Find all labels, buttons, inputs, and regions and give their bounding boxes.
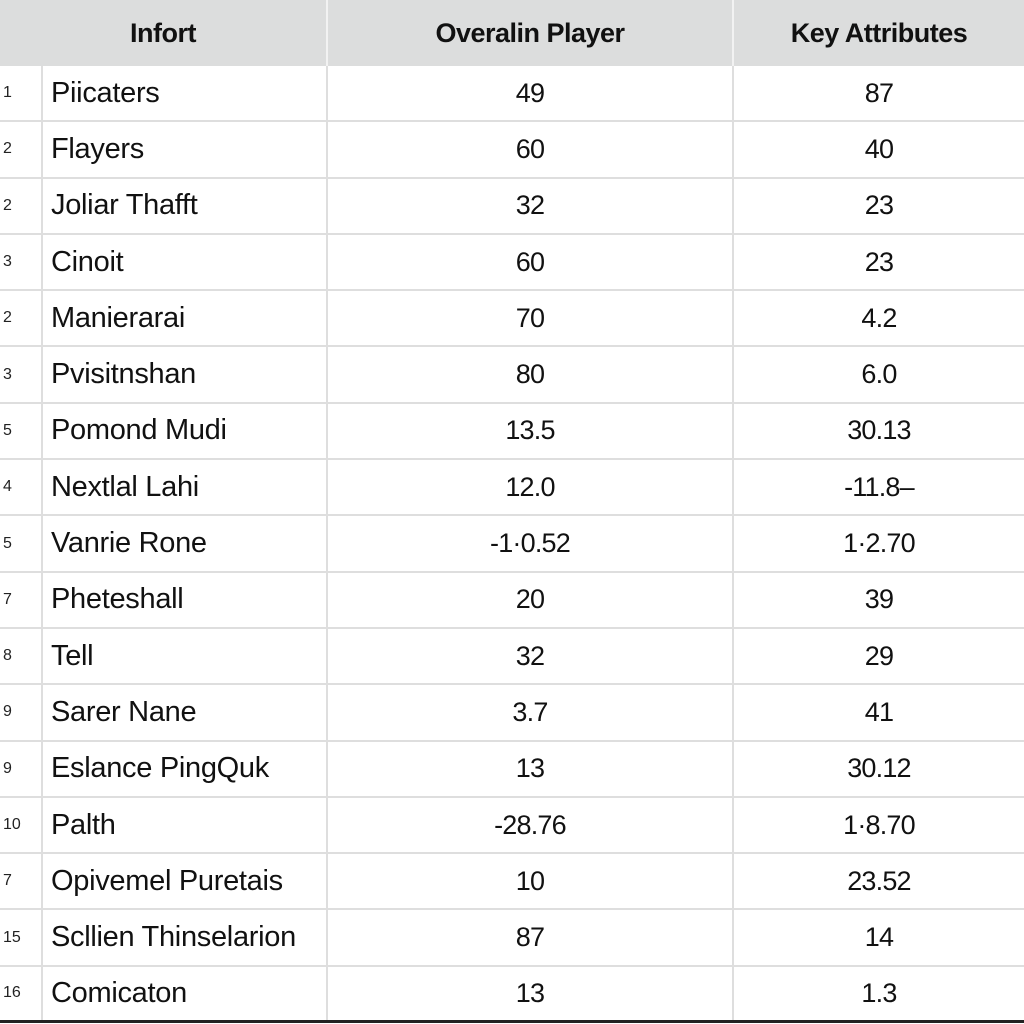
player-name: Pheteshall bbox=[43, 572, 328, 627]
key-attribute-value: 23.52 bbox=[847, 865, 911, 896]
row-index: 7 bbox=[0, 854, 43, 909]
row-index: 5 bbox=[0, 403, 43, 459]
overall-value: 13 bbox=[328, 966, 734, 1021]
player-name: Manierarai bbox=[43, 291, 328, 346]
table-row[interactable]: 8 Tell 32 29 bbox=[0, 628, 1024, 686]
table-row[interactable]: 5 Pomond Mudi 13.5 30.13 bbox=[0, 403, 1024, 461]
row-index: 9 bbox=[0, 685, 43, 740]
overall-value: 32 bbox=[328, 628, 734, 684]
column-header-key-attributes[interactable]: Key Attributes bbox=[734, 0, 1024, 66]
player-name: Scllien Thinselarion bbox=[43, 910, 328, 965]
column-header-overall-player[interactable]: Overalin Player bbox=[328, 0, 734, 66]
table-row[interactable]: 2 Joliar Thafft 32 23 bbox=[0, 178, 1024, 235]
player-name: Eslance PingQuk bbox=[43, 741, 328, 796]
overall-value: 20 bbox=[328, 572, 734, 627]
key-attribute-value: 1·8.70 bbox=[843, 809, 916, 840]
row-index: 10 bbox=[0, 797, 43, 853]
player-name: Tell bbox=[43, 628, 328, 684]
row-index: 3 bbox=[0, 347, 43, 402]
row-index: 2 bbox=[0, 178, 43, 233]
overall-value: 32 bbox=[328, 178, 734, 233]
table-header: Infort Overalin Player Key Attributes bbox=[0, 0, 1024, 66]
row-index: 15 bbox=[0, 910, 43, 965]
player-name: Vanrie Rone bbox=[43, 516, 328, 571]
table-row[interactable]: 2 Manierarai 70 4.2 bbox=[0, 291, 1024, 348]
row-index: 16 bbox=[0, 966, 43, 1021]
key-attribute-value: 6.0 bbox=[861, 359, 897, 390]
key-attribute-value: 30.13 bbox=[847, 415, 911, 446]
key-attribute-value: 4.2 bbox=[861, 302, 897, 333]
key-attribute-value: 39 bbox=[864, 584, 894, 615]
table-row[interactable]: 2 Flayers 60 40 bbox=[0, 122, 1024, 179]
key-attribute-value: 1.3 bbox=[861, 977, 897, 1008]
overall-value: 13 bbox=[328, 741, 734, 796]
table-row[interactable]: 9 Eslance PingQuk 13 30.12 bbox=[0, 741, 1024, 798]
row-index: 1 bbox=[0, 66, 43, 121]
table-row[interactable]: 15 Scllien Thinselarion 87 14 bbox=[0, 910, 1024, 967]
key-attribute-value: 23 bbox=[864, 190, 894, 221]
player-name: Nextlal Lahi bbox=[43, 460, 328, 515]
overall-value: 70 bbox=[328, 291, 734, 346]
key-attribute-value: 1·2.70 bbox=[843, 528, 916, 559]
overall-value: -28.76 bbox=[328, 797, 734, 853]
key-attribute-value: 41 bbox=[864, 696, 894, 727]
overall-value: 10 bbox=[328, 854, 734, 909]
table-row[interactable]: 16 Comicaton 13 1.3 bbox=[0, 966, 1024, 1024]
key-attribute-value: 29 bbox=[864, 640, 894, 671]
key-attribute-value: 23 bbox=[864, 246, 894, 277]
table-row[interactable]: 3 Pvisitnshan 80 6.0 bbox=[0, 347, 1024, 404]
table-body: 1 Piicaters 49 87 2 Flayers 60 40 2 Joliar Thafft… bbox=[0, 66, 1024, 1024]
row-index: 8 bbox=[0, 628, 43, 684]
row-index: 2 bbox=[0, 291, 43, 346]
overall-value: 60 bbox=[328, 234, 734, 290]
table-row[interactable]: 10 Palth -28.76 1·8.70 bbox=[0, 797, 1024, 855]
overall-value: 87 bbox=[328, 910, 734, 965]
player-name: Joliar Thafft bbox=[43, 178, 328, 233]
table-row[interactable]: 7 Opivemel Puretais 10 23.52 bbox=[0, 854, 1024, 911]
overall-value: -1·0.52 bbox=[328, 516, 734, 571]
overall-value: 3.7 bbox=[328, 685, 734, 740]
table-row[interactable]: 4 Nextlal Lahi 12.0 -11.8– bbox=[0, 460, 1024, 517]
overall-value: 13.5 bbox=[328, 403, 734, 459]
overall-value: 49 bbox=[328, 66, 734, 121]
overall-value: 60 bbox=[328, 122, 734, 177]
row-index: 9 bbox=[0, 741, 43, 796]
row-index: 2 bbox=[0, 122, 43, 177]
table-row[interactable]: 3 Cinoit 60 23 bbox=[0, 234, 1024, 292]
row-index: 7 bbox=[0, 572, 43, 627]
player-name: Opivemel Puretais bbox=[43, 854, 328, 909]
table-row[interactable]: 5 Vanrie Rone -1·0.52 1·2.70 bbox=[0, 516, 1024, 573]
data-table: Infort Overalin Player Key Attributes 1P… bbox=[0, 0, 1024, 1024]
player-name: Palth bbox=[43, 797, 328, 853]
row-index: 5 bbox=[0, 516, 43, 571]
player-name: Comicaton bbox=[43, 966, 328, 1021]
row-index: 4 bbox=[0, 460, 43, 515]
player-name: Piicaters bbox=[43, 66, 328, 121]
player-name: Flayers bbox=[43, 122, 328, 177]
player-name: Pomond Mudi bbox=[43, 403, 328, 459]
key-attribute-value: 87 bbox=[864, 77, 894, 108]
column-header-infort[interactable]: Infort bbox=[0, 0, 328, 66]
table-row[interactable]: 1 Piicaters 49 87 bbox=[0, 66, 1024, 123]
key-attribute-value: -11.8– bbox=[844, 471, 915, 502]
row-index: 3 bbox=[0, 234, 43, 290]
player-name: Pvisitnshan bbox=[43, 347, 328, 402]
table-row[interactable]: 9 Sarer Nane 3.7 41 bbox=[0, 685, 1024, 742]
key-attribute-value: 40 bbox=[864, 133, 894, 164]
player-name: Sarer Nane bbox=[43, 685, 328, 740]
table-row[interactable]: 7 Pheteshall 20 39 bbox=[0, 572, 1024, 629]
overall-value: 12.0 bbox=[328, 460, 734, 515]
overall-value: 80 bbox=[328, 347, 734, 402]
player-name: Cinoit bbox=[43, 234, 328, 290]
key-attribute-value: 14 bbox=[864, 922, 894, 953]
key-attribute-value: 30.12 bbox=[847, 753, 911, 784]
